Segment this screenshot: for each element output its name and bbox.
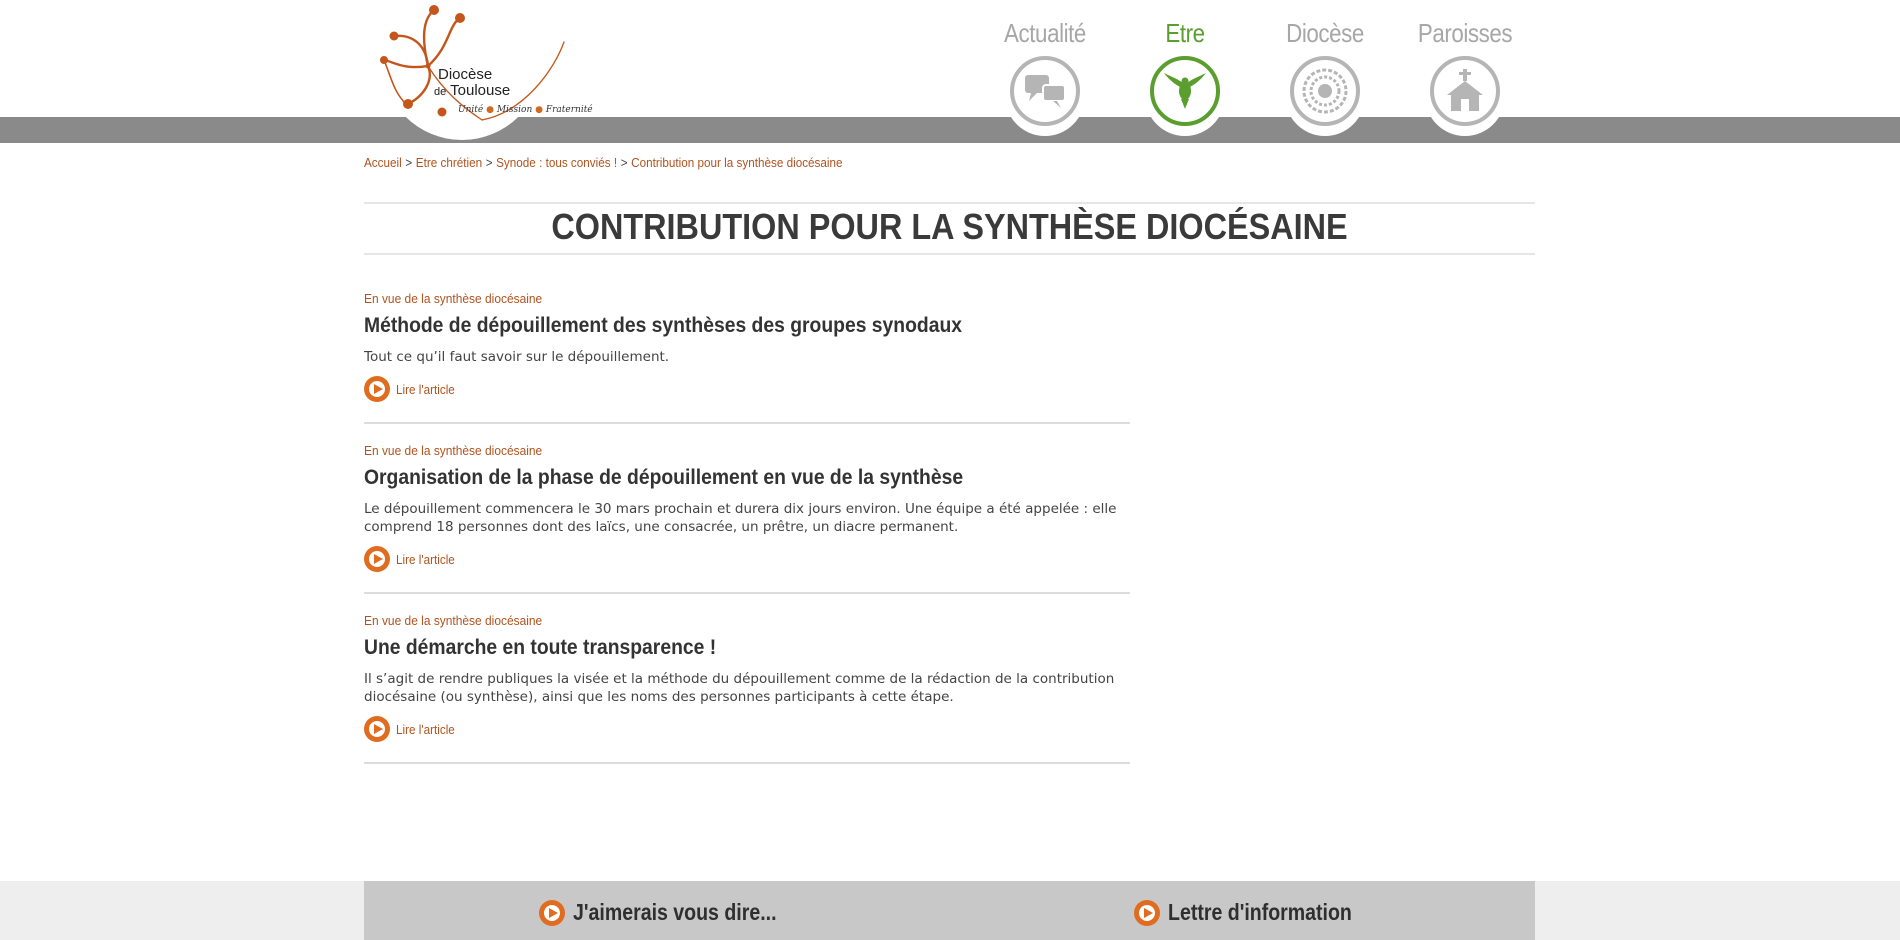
nav-paroisses-ring bbox=[1430, 56, 1500, 126]
title-rule-top bbox=[364, 202, 1535, 204]
breadcrumb-separator: > bbox=[405, 155, 413, 170]
nav-etre-chretien[interactable]: Etre chrétien bbox=[1115, 0, 1255, 140]
contact-link[interactable]: J'aimerais vous dire... bbox=[539, 899, 812, 926]
read-article-link[interactable]: Lire l'article bbox=[364, 546, 1130, 572]
play-circle-icon bbox=[364, 376, 390, 402]
nav-actualite-label: Actualité bbox=[1004, 18, 1086, 48]
nav-diocese-ring bbox=[1290, 56, 1360, 126]
play-circle-icon bbox=[1134, 899, 1160, 926]
article-divider bbox=[364, 422, 1130, 424]
logo-line2-name: Toulouse bbox=[450, 82, 511, 99]
article-category[interactable]: En vue de la synthèse diocésaine bbox=[364, 291, 1069, 306]
article-divider bbox=[364, 762, 1130, 764]
article-divider bbox=[364, 592, 1130, 594]
article-summary: Il s’agit de rendre publiques la visée e… bbox=[364, 671, 1115, 705]
nav-actualite[interactable]: Actualité bbox=[975, 0, 1115, 140]
logo-line2-prefix: de bbox=[434, 86, 447, 98]
nav-diocese-bubble bbox=[1285, 52, 1365, 136]
read-article-link[interactable]: Lire l'article bbox=[364, 716, 1130, 742]
article-item: En vue de la synthèse diocésaine Organis… bbox=[364, 443, 1130, 572]
article-item: En vue de la synthèse diocésaine Une dém… bbox=[364, 613, 1130, 742]
breadcrumb-current[interactable]: Contribution pour la synthèse diocésaine bbox=[631, 155, 842, 170]
breadcrumb-synode[interactable]: Synode : tous conviés ! bbox=[496, 155, 617, 170]
play-circle-icon bbox=[539, 899, 565, 926]
title-rule-bottom bbox=[364, 253, 1535, 255]
read-article-link[interactable]: Lire l'article bbox=[364, 376, 1130, 402]
breadcrumb-separator: > bbox=[620, 155, 628, 170]
diocese-logo[interactable]: Diocèse de Toulouse Unité ● Mission ● Fr… bbox=[364, 0, 593, 140]
nav-etre-chretien-ring bbox=[1150, 56, 1220, 126]
breadcrumb-etre-chretien[interactable]: Etre chrétien bbox=[416, 155, 482, 170]
contact-label: J'aimerais vous dire... bbox=[573, 899, 777, 925]
play-circle-icon bbox=[364, 546, 390, 572]
article-summary: Le dépouillement commencera le 30 mars p… bbox=[364, 501, 1117, 535]
breadcrumb: Accueil > Etre chrétien > Synode : tous conv… bbox=[364, 155, 843, 170]
article-title[interactable]: Méthode de dépouillement des synthèses d… bbox=[364, 314, 1069, 338]
footer-bar: J'aimerais vous dire... Lettre d'informa… bbox=[364, 881, 1535, 940]
dove-icon bbox=[1164, 73, 1206, 109]
page-title: CONTRIBUTION POUR LA SYNTHÈSE DIOCÉSAINE bbox=[551, 206, 1348, 247]
logo-wordmark: Diocèse de Toulouse bbox=[434, 67, 510, 100]
speech-bubbles-icon bbox=[1025, 75, 1066, 108]
nav-paroisses-bubble bbox=[1425, 52, 1505, 136]
nav-diocese-label: Diocèse bbox=[1286, 18, 1364, 48]
article-category[interactable]: En vue de la synthèse diocésaine bbox=[364, 443, 1069, 458]
logo-line2: de Toulouse bbox=[434, 83, 510, 100]
article-category[interactable]: En vue de la synthèse diocésaine bbox=[364, 613, 1069, 628]
breadcrumb-separator: > bbox=[485, 155, 493, 170]
nav-paroisses[interactable]: Paroisses bbox=[1395, 0, 1535, 140]
nav-actualite-bubble bbox=[1005, 52, 1085, 136]
read-article-label: Lire l'article bbox=[396, 721, 455, 737]
article-title[interactable]: Une démarche en toute transparence ! bbox=[364, 636, 1069, 660]
nav-etre-chretien-bubble bbox=[1145, 52, 1225, 136]
read-article-label: Lire l'article bbox=[396, 551, 455, 567]
newsletter-label: Lettre d'information bbox=[1168, 899, 1352, 925]
read-article-label: Lire l'article bbox=[396, 381, 455, 397]
article-title[interactable]: Organisation de la phase de dépouillemen… bbox=[364, 466, 1069, 490]
nav-actualite-ring bbox=[1010, 56, 1080, 126]
breadcrumb-accueil[interactable]: Accueil bbox=[364, 155, 402, 170]
play-circle-icon bbox=[364, 716, 390, 742]
logo-line1: Diocèse bbox=[438, 66, 493, 83]
nav-diocese[interactable]: Diocèse bbox=[1255, 0, 1395, 140]
logo-motto: Unité ● Mission ● Fraternité bbox=[458, 105, 593, 115]
motto-mission: Mission bbox=[496, 105, 533, 115]
nav-paroisses-label: Paroisses bbox=[1417, 18, 1513, 48]
article-summary: Tout ce qu’il faut savoir sur le dépouil… bbox=[364, 349, 670, 365]
newsletter-link[interactable]: Lettre d'information bbox=[1134, 899, 1384, 926]
church-icon bbox=[1447, 69, 1483, 111]
motto-fraternite: Fraternité bbox=[545, 105, 593, 115]
rose-window-icon bbox=[1302, 68, 1348, 114]
motto-unite: Unité bbox=[458, 105, 484, 115]
article-item: En vue de la synthèse diocésaine Méthode… bbox=[364, 291, 1130, 402]
header-band bbox=[0, 117, 1900, 143]
